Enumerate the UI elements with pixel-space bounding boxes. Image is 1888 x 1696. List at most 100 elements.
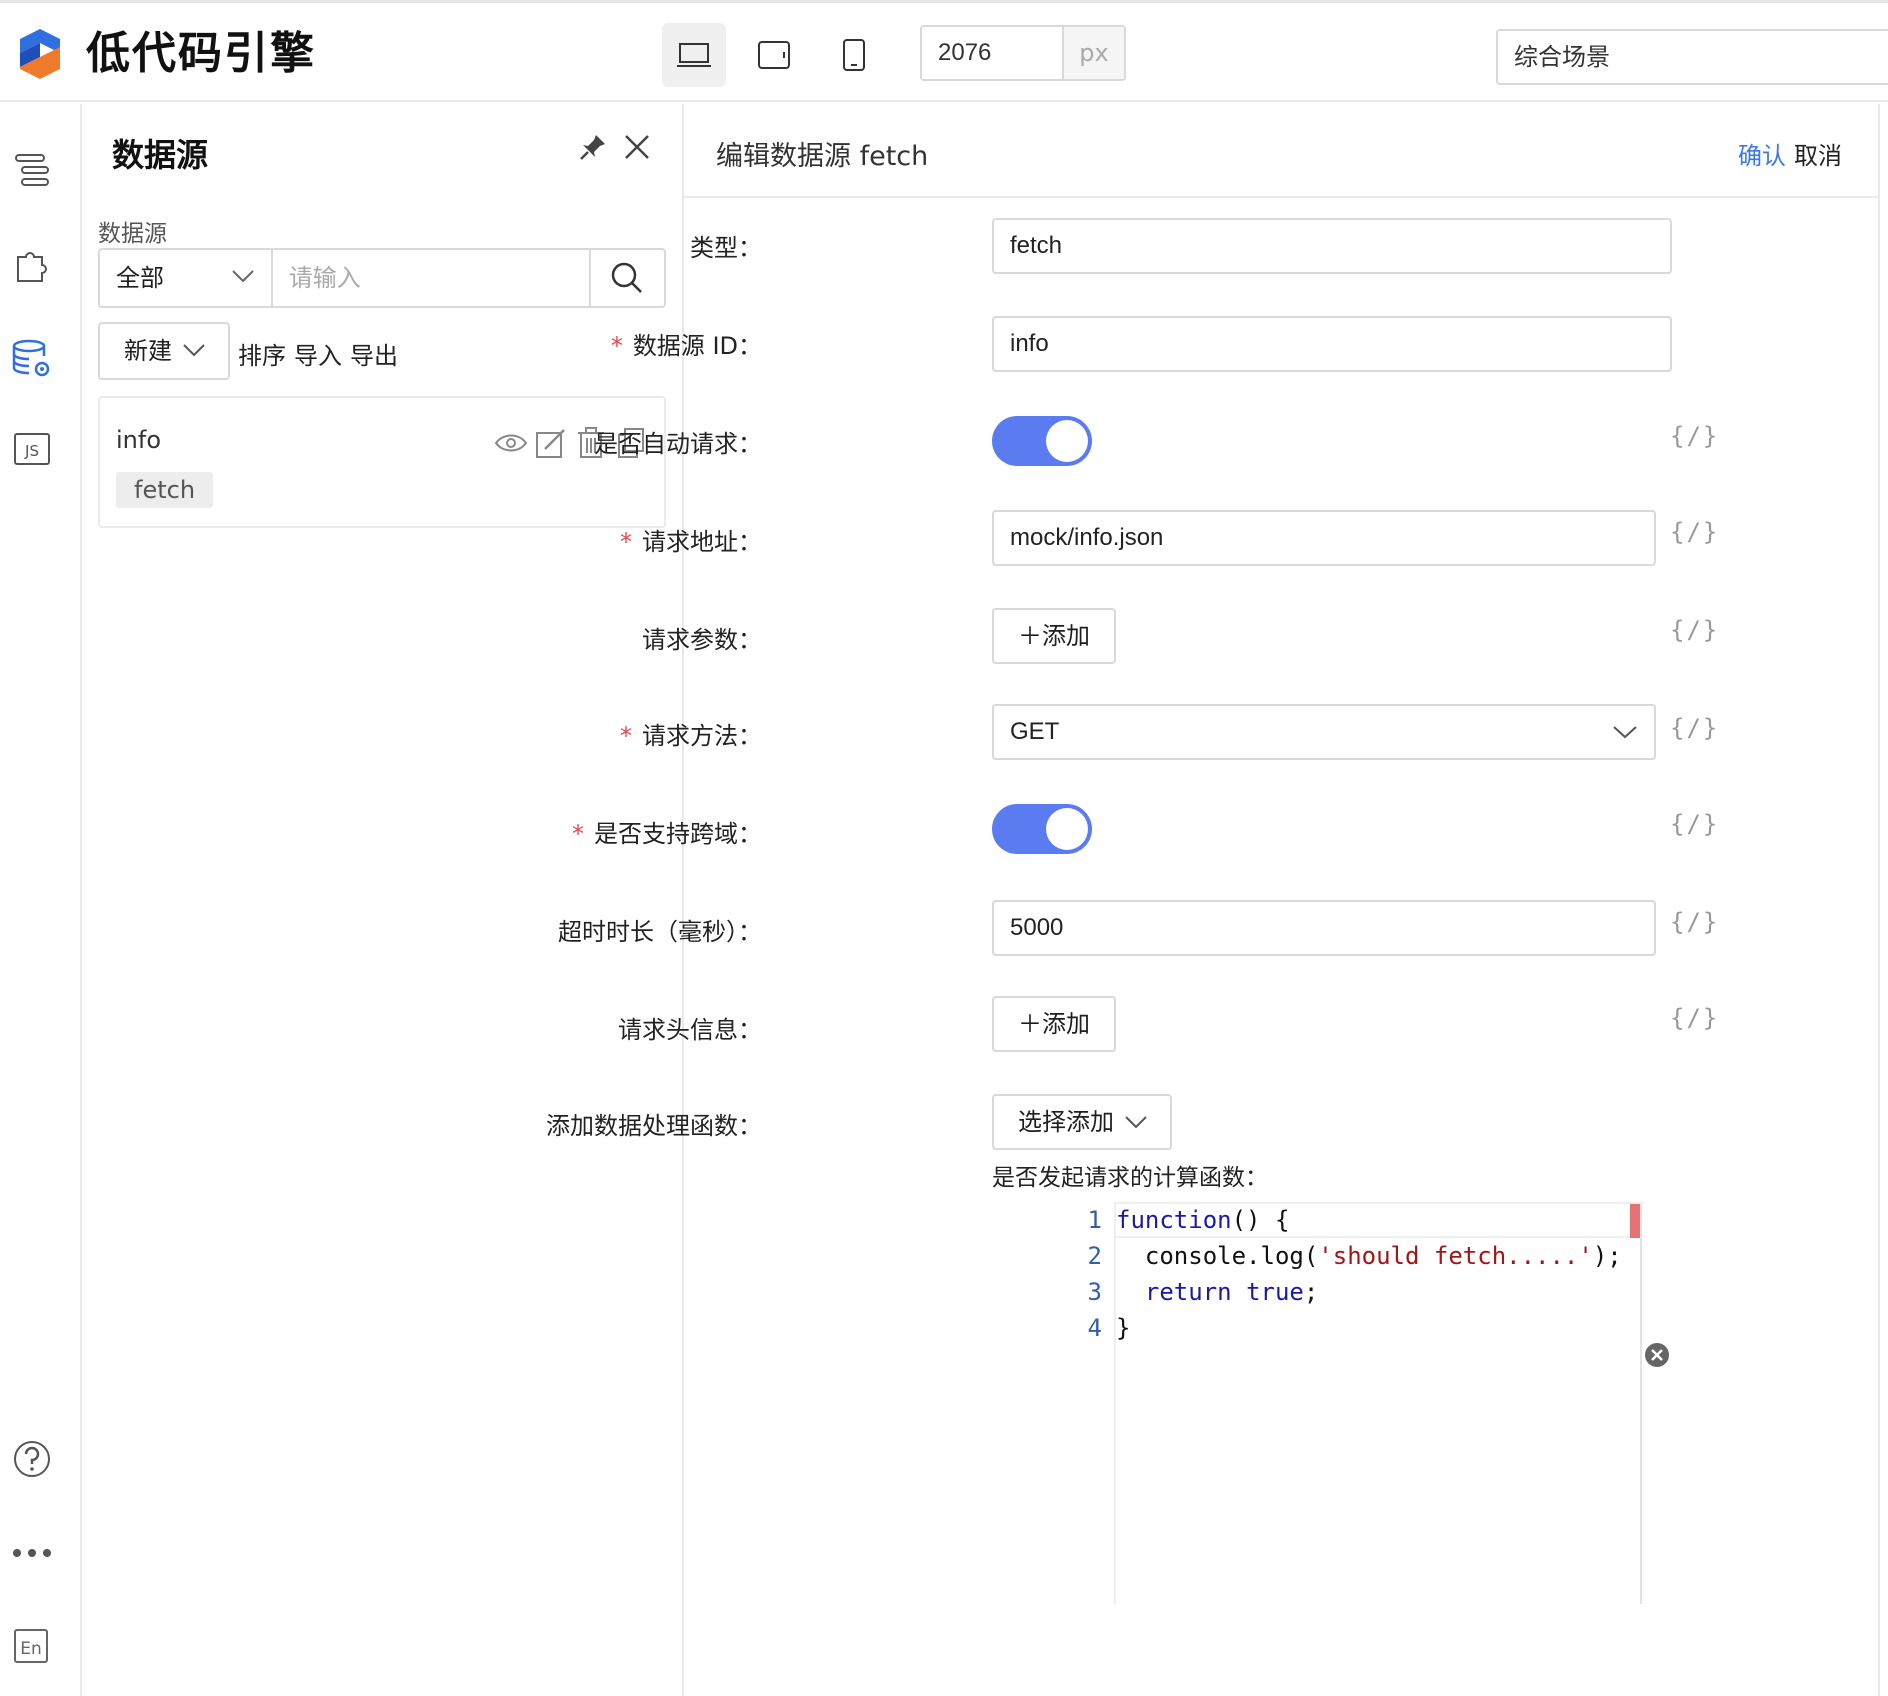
language-button[interactable]: En bbox=[11, 1624, 53, 1666]
phone-icon bbox=[843, 39, 865, 71]
component-library-button[interactable] bbox=[11, 244, 53, 286]
line-number: 3 bbox=[1087, 1278, 1102, 1306]
required-mark: * bbox=[620, 528, 632, 556]
import-button[interactable]: 导入 bbox=[294, 336, 342, 371]
left-icon-rail: JS En bbox=[0, 104, 82, 1696]
more-button[interactable] bbox=[11, 1532, 53, 1574]
timeout-label: 超时时长（毫秒）： bbox=[558, 912, 762, 947]
outline-tree-button[interactable] bbox=[11, 150, 53, 192]
desktop-device-button[interactable] bbox=[662, 23, 726, 87]
variable-toggle-button[interactable]: {/} bbox=[1670, 518, 1719, 546]
headers-label: 请求头信息： bbox=[618, 1010, 762, 1045]
logo-icon bbox=[20, 29, 60, 79]
id-label: * 数据源 ID： bbox=[611, 326, 762, 361]
filter-label: 数据源 bbox=[98, 221, 167, 247]
panel-title: 数据源 bbox=[112, 136, 209, 174]
variable-toggle-button[interactable]: {/} bbox=[1670, 714, 1719, 742]
variable-toggle-button[interactable]: {/} bbox=[1670, 1004, 1719, 1032]
request-method-select[interactable]: GET bbox=[992, 704, 1656, 760]
search-button[interactable] bbox=[588, 250, 664, 306]
chevron-down-icon bbox=[1613, 726, 1637, 739]
canvas-width-field: px bbox=[920, 25, 1126, 81]
id-label-text: 数据源 ID： bbox=[632, 332, 762, 360]
type-label-text: 类型： bbox=[690, 234, 762, 262]
datasource-icon bbox=[12, 339, 50, 377]
auto-request-label-text: 是否自动请求： bbox=[594, 430, 762, 458]
js-editor-button[interactable]: JS bbox=[11, 428, 53, 470]
datasource-id-field[interactable]: info bbox=[992, 316, 1672, 372]
datasource-list-item[interactable]: info fetch bbox=[98, 396, 666, 528]
code-line: function() { bbox=[1116, 1206, 1290, 1234]
sort-button[interactable]: 排序 bbox=[238, 336, 286, 371]
chevron-down-icon bbox=[232, 270, 254, 283]
handlers-label-text: 添加数据处理函数： bbox=[546, 1112, 762, 1140]
confirm-button[interactable]: 确认 bbox=[1738, 136, 1786, 171]
code-line: } bbox=[1116, 1314, 1131, 1342]
scene-select[interactable]: 综合场景 bbox=[1496, 29, 1888, 85]
datasource-type-tag: fetch bbox=[116, 472, 214, 508]
language-en-icon: En bbox=[14, 1629, 48, 1663]
pin-icon[interactable] bbox=[578, 132, 608, 162]
outline-tree-icon bbox=[15, 154, 49, 186]
view-button[interactable] bbox=[494, 426, 528, 460]
cors-label-text: 是否支持跨域： bbox=[594, 820, 762, 848]
phone-device-button[interactable] bbox=[822, 23, 886, 87]
variable-toggle-button[interactable]: {/} bbox=[1670, 810, 1719, 838]
chevron-down-icon bbox=[183, 344, 205, 357]
line-number: 2 bbox=[1087, 1242, 1102, 1270]
code-editor[interactable]: 1 2 3 4 function() { console.log('should… bbox=[1012, 1202, 1654, 1604]
timeout-field[interactable]: 5000 bbox=[992, 900, 1656, 956]
tablet-icon bbox=[758, 41, 790, 69]
variable-toggle-button[interactable]: {/} bbox=[1670, 616, 1719, 644]
datasource-editor: 编辑数据源 fetch 确认 取消 类型： fetch * 数据源 ID： inf… bbox=[546, 104, 1880, 1696]
datasource-name: info bbox=[116, 426, 162, 454]
method-label: * 请求方法： bbox=[620, 716, 762, 751]
error-marker bbox=[1630, 1204, 1640, 1238]
close-icon[interactable] bbox=[622, 132, 652, 162]
width-unit-label: px bbox=[1062, 27, 1124, 79]
datasource-panel: 数据源 数据源 全部 新建 排序 导入 导出 info bbox=[82, 104, 684, 1696]
help-icon bbox=[14, 1441, 50, 1477]
edit-button[interactable] bbox=[534, 426, 568, 460]
add-handler-select[interactable]: 选择添加 bbox=[992, 1094, 1172, 1150]
timeout-label-text: 超时时长（毫秒）： bbox=[558, 918, 762, 946]
datasource-button[interactable] bbox=[11, 338, 53, 380]
datasource-search-input[interactable] bbox=[272, 250, 589, 306]
line-number: 4 bbox=[1087, 1314, 1102, 1342]
cors-label: * 是否支持跨域： bbox=[572, 814, 762, 849]
export-button[interactable]: 导出 bbox=[350, 336, 398, 371]
js-icon: JS bbox=[14, 433, 50, 465]
method-label-text: 请求方法： bbox=[642, 722, 762, 750]
search-icon bbox=[612, 262, 643, 293]
new-datasource-button[interactable]: 新建 bbox=[98, 322, 230, 380]
type-filter-select[interactable]: 全部 bbox=[100, 250, 273, 306]
code-body[interactable]: function() { console.log('should fetch..… bbox=[1114, 1202, 1644, 1604]
params-label-text: 请求参数： bbox=[642, 626, 762, 654]
tablet-device-button[interactable] bbox=[742, 23, 806, 87]
request-url-field[interactable]: mock/info.json bbox=[992, 510, 1656, 566]
auto-request-switch[interactable] bbox=[992, 416, 1092, 466]
canvas-width-input[interactable] bbox=[922, 27, 1062, 79]
variable-toggle-button[interactable]: {/} bbox=[1670, 422, 1719, 450]
clear-function-icon[interactable] bbox=[1644, 1342, 1670, 1368]
top-bar: 低代码引擎 px 综合场景 bbox=[0, 0, 1888, 102]
desktop-icon bbox=[677, 43, 711, 67]
svg-text:En: En bbox=[20, 1639, 42, 1659]
type-field[interactable]: fetch bbox=[992, 218, 1672, 274]
help-button[interactable] bbox=[11, 1438, 53, 1480]
switch-knob bbox=[1046, 420, 1088, 462]
required-mark: * bbox=[610, 332, 623, 360]
add-param-button[interactable]: ＋添加 bbox=[992, 608, 1116, 664]
variable-toggle-button[interactable]: {/} bbox=[1670, 908, 1719, 936]
cors-switch[interactable] bbox=[992, 804, 1092, 854]
switch-knob bbox=[1046, 808, 1088, 850]
add-header-button[interactable]: ＋添加 bbox=[992, 996, 1116, 1052]
params-label: 请求参数： bbox=[642, 620, 762, 655]
cancel-button[interactable]: 取消 bbox=[1794, 136, 1842, 171]
editor-title: 编辑数据源 fetch bbox=[716, 141, 929, 172]
required-mark: * bbox=[572, 820, 584, 848]
datasource-filter: 全部 bbox=[98, 248, 666, 308]
eye-icon bbox=[495, 434, 527, 452]
url-label-text: 请求地址： bbox=[642, 528, 762, 556]
app-title: 低代码引擎 bbox=[86, 28, 316, 79]
